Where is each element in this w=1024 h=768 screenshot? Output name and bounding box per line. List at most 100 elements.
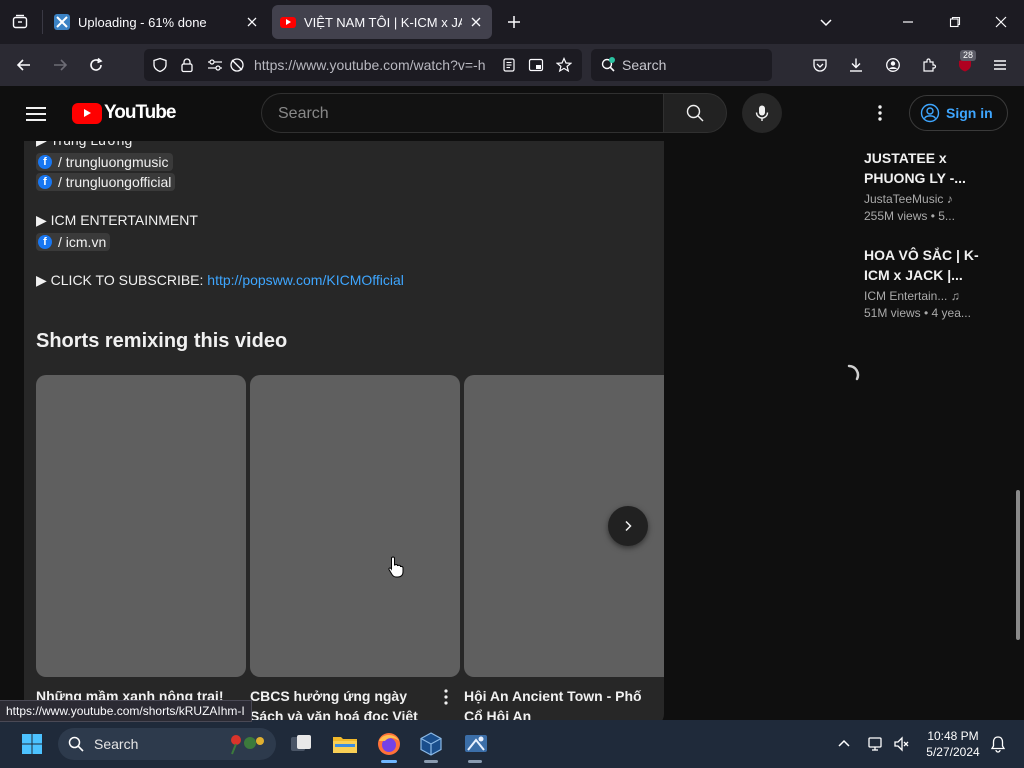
loading-spinner-icon bbox=[838, 364, 860, 386]
downloads-icon[interactable] bbox=[844, 53, 868, 77]
recommended-video-channel: JustaTeeMusic bbox=[864, 192, 944, 206]
upload-favicon-icon bbox=[54, 14, 70, 30]
file-explorer-icon[interactable] bbox=[329, 728, 361, 760]
browser-search-placeholder: Search bbox=[622, 57, 667, 73]
voice-search-button[interactable] bbox=[742, 93, 782, 133]
show-hidden-icons-chevron-icon[interactable] bbox=[830, 728, 858, 760]
user-avatar-icon bbox=[920, 103, 940, 123]
tab-title: Uploading - 61% done bbox=[78, 14, 207, 30]
microphone-icon bbox=[755, 105, 769, 121]
reload-icon[interactable] bbox=[84, 53, 108, 77]
recommended-video[interactable]: HOA VÔ SẮC | K-ICM x JACK |... ICM Enter… bbox=[864, 245, 984, 320]
pocket-icon[interactable] bbox=[808, 53, 832, 77]
ublock-extension-icon[interactable]: 28 bbox=[953, 50, 977, 77]
video-description: ▶ Trung Lương f/ trungluongmusic f/ trun… bbox=[24, 126, 664, 720]
short-thumbnail[interactable] bbox=[250, 375, 460, 677]
tab-list-icon[interactable] bbox=[8, 10, 32, 34]
tab-uploading[interactable]: Uploading - 61% done bbox=[46, 5, 268, 39]
taskbar-search-placeholder: Search bbox=[94, 736, 139, 752]
close-window-icon[interactable] bbox=[989, 10, 1013, 34]
tab-title: VIỆT NAM TÔI | K-ICM x JACK | Official M… bbox=[304, 14, 462, 30]
task-view-icon[interactable] bbox=[285, 728, 317, 760]
restore-icon[interactable] bbox=[943, 10, 967, 34]
new-tab-icon[interactable] bbox=[502, 10, 526, 34]
back-arrow-icon[interactable] bbox=[12, 53, 36, 77]
extension-badge: 28 bbox=[960, 50, 977, 61]
list-all-tabs-chevron-icon[interactable] bbox=[814, 10, 838, 34]
windows-start-icon[interactable] bbox=[16, 728, 48, 760]
account-icon[interactable] bbox=[881, 53, 905, 77]
music-note-icon: ♫ bbox=[950, 289, 960, 303]
facebook-link-chip[interactable]: f / icm.vn bbox=[36, 233, 111, 251]
volume-muted-icon[interactable] bbox=[888, 728, 916, 760]
facebook-link-chip[interactable]: f / trungluongmusic bbox=[36, 153, 173, 171]
recommended-video-meta: 51M views • 4 yea... bbox=[864, 306, 971, 320]
subscribe-label: ▶ CLICK TO SUBSCRIBE: bbox=[36, 272, 208, 288]
guide-menu-icon[interactable] bbox=[24, 102, 48, 126]
short-title[interactable]: Hội An Ancient Town - Phố Cổ Hội An bbox=[464, 686, 654, 720]
browser-search-bar[interactable]: Search bbox=[591, 49, 772, 81]
chevron-right-icon bbox=[625, 520, 632, 532]
notifications-bell-icon[interactable] bbox=[984, 728, 1012, 760]
browser-tab-strip: Uploading - 61% done VIỆT NAM TÔI | K-IC… bbox=[0, 0, 1024, 44]
minimize-icon[interactable] bbox=[896, 10, 920, 34]
description-line: ▶ CLICK TO SUBSCRIBE: http://popsww.com/… bbox=[36, 272, 404, 289]
search-icon bbox=[68, 736, 84, 757]
close-tab-icon[interactable] bbox=[244, 14, 260, 30]
youtube-logo[interactable]: YouTube bbox=[72, 102, 176, 124]
running-indicator bbox=[381, 760, 397, 763]
tracking-protection-shield-icon[interactable] bbox=[151, 56, 169, 74]
shorts-next-button[interactable] bbox=[608, 506, 648, 546]
picture-in-picture-icon[interactable] bbox=[527, 56, 545, 74]
snipping-tool-icon[interactable] bbox=[460, 728, 492, 760]
recommended-video-title: HOA VÔ SẮC | K-ICM x JACK |... bbox=[864, 247, 979, 283]
youtube-favicon-icon bbox=[280, 16, 296, 28]
youtube-search-input[interactable]: Search bbox=[261, 93, 663, 133]
facebook-link-text: / trungluongofficial bbox=[58, 174, 172, 190]
virtualbox-icon[interactable] bbox=[415, 728, 447, 760]
web-content: YouTube Search Sign in ▶ Trung Lương f/ … bbox=[0, 86, 1024, 720]
bookmark-star-icon[interactable] bbox=[555, 56, 573, 74]
facebook-link-text: / trungluongmusic bbox=[58, 154, 169, 170]
tab-separator bbox=[42, 10, 43, 34]
more-options-icon[interactable] bbox=[868, 101, 892, 125]
facebook-link-text: / icm.vn bbox=[58, 234, 107, 250]
music-note-icon: ♪ bbox=[946, 192, 953, 206]
youtube-play-logo-icon bbox=[72, 102, 102, 124]
permissions-icon[interactable] bbox=[206, 56, 224, 74]
recommended-video-meta: 255M views • 5... bbox=[864, 209, 955, 223]
description-line: f / trungluongmusic bbox=[36, 152, 173, 171]
recommended-video-channel: ICM Entertain... bbox=[864, 289, 948, 303]
status-link-preview: https://www.youtube.com/shorts/kRUZAIhm-… bbox=[0, 700, 252, 722]
reader-view-icon[interactable] bbox=[500, 56, 518, 74]
subscribe-link[interactable]: http://popsww.com/KICMOfficial bbox=[207, 272, 404, 288]
firefox-icon[interactable] bbox=[373, 728, 405, 760]
short-thumbnail[interactable] bbox=[36, 375, 246, 677]
address-bar[interactable]: https://www.youtube.com/watch?v=-h bbox=[144, 49, 582, 81]
facebook-icon: f bbox=[38, 235, 52, 249]
facebook-link-chip[interactable]: f / trungluongofficial bbox=[36, 173, 176, 191]
network-icon[interactable] bbox=[862, 728, 890, 760]
lock-icon[interactable] bbox=[178, 56, 196, 74]
clock-date: 5/27/2024 bbox=[926, 745, 980, 759]
extensions-icon[interactable] bbox=[917, 53, 941, 77]
tab-youtube-video[interactable]: VIỆT NAM TÔI | K-ICM x JACK | Official M… bbox=[272, 5, 492, 39]
close-tab-icon[interactable] bbox=[468, 14, 484, 30]
autoplay-blocked-icon[interactable] bbox=[228, 56, 246, 74]
hamburger-menu-icon[interactable] bbox=[988, 53, 1012, 77]
recommended-video[interactable]: JUSTATEE x PHUONG LY -... JustaTeeMusic … bbox=[864, 148, 984, 223]
short-more-options-icon[interactable] bbox=[440, 688, 452, 706]
search-icon bbox=[686, 104, 704, 122]
youtube-search-button[interactable] bbox=[663, 93, 727, 133]
youtube-header: YouTube Search Sign in bbox=[0, 86, 1024, 141]
recommended-video-channel-row: JustaTeeMusic ♪ bbox=[864, 192, 984, 206]
system-clock[interactable]: 10:48 PM 5/27/2024 bbox=[918, 728, 988, 760]
short-title[interactable]: CBCS hưởng ứng ngày Sách và văn hoá đọc … bbox=[250, 686, 430, 720]
taskbar-search-box[interactable]: Search bbox=[58, 728, 276, 760]
youtube-wordmark: YouTube bbox=[104, 102, 176, 123]
page-scrollbar[interactable] bbox=[1016, 490, 1020, 640]
sign-in-button[interactable]: Sign in bbox=[909, 95, 1008, 131]
facebook-icon: f bbox=[38, 175, 52, 189]
facebook-icon: f bbox=[38, 155, 52, 169]
forward-arrow-icon[interactable] bbox=[48, 53, 72, 77]
